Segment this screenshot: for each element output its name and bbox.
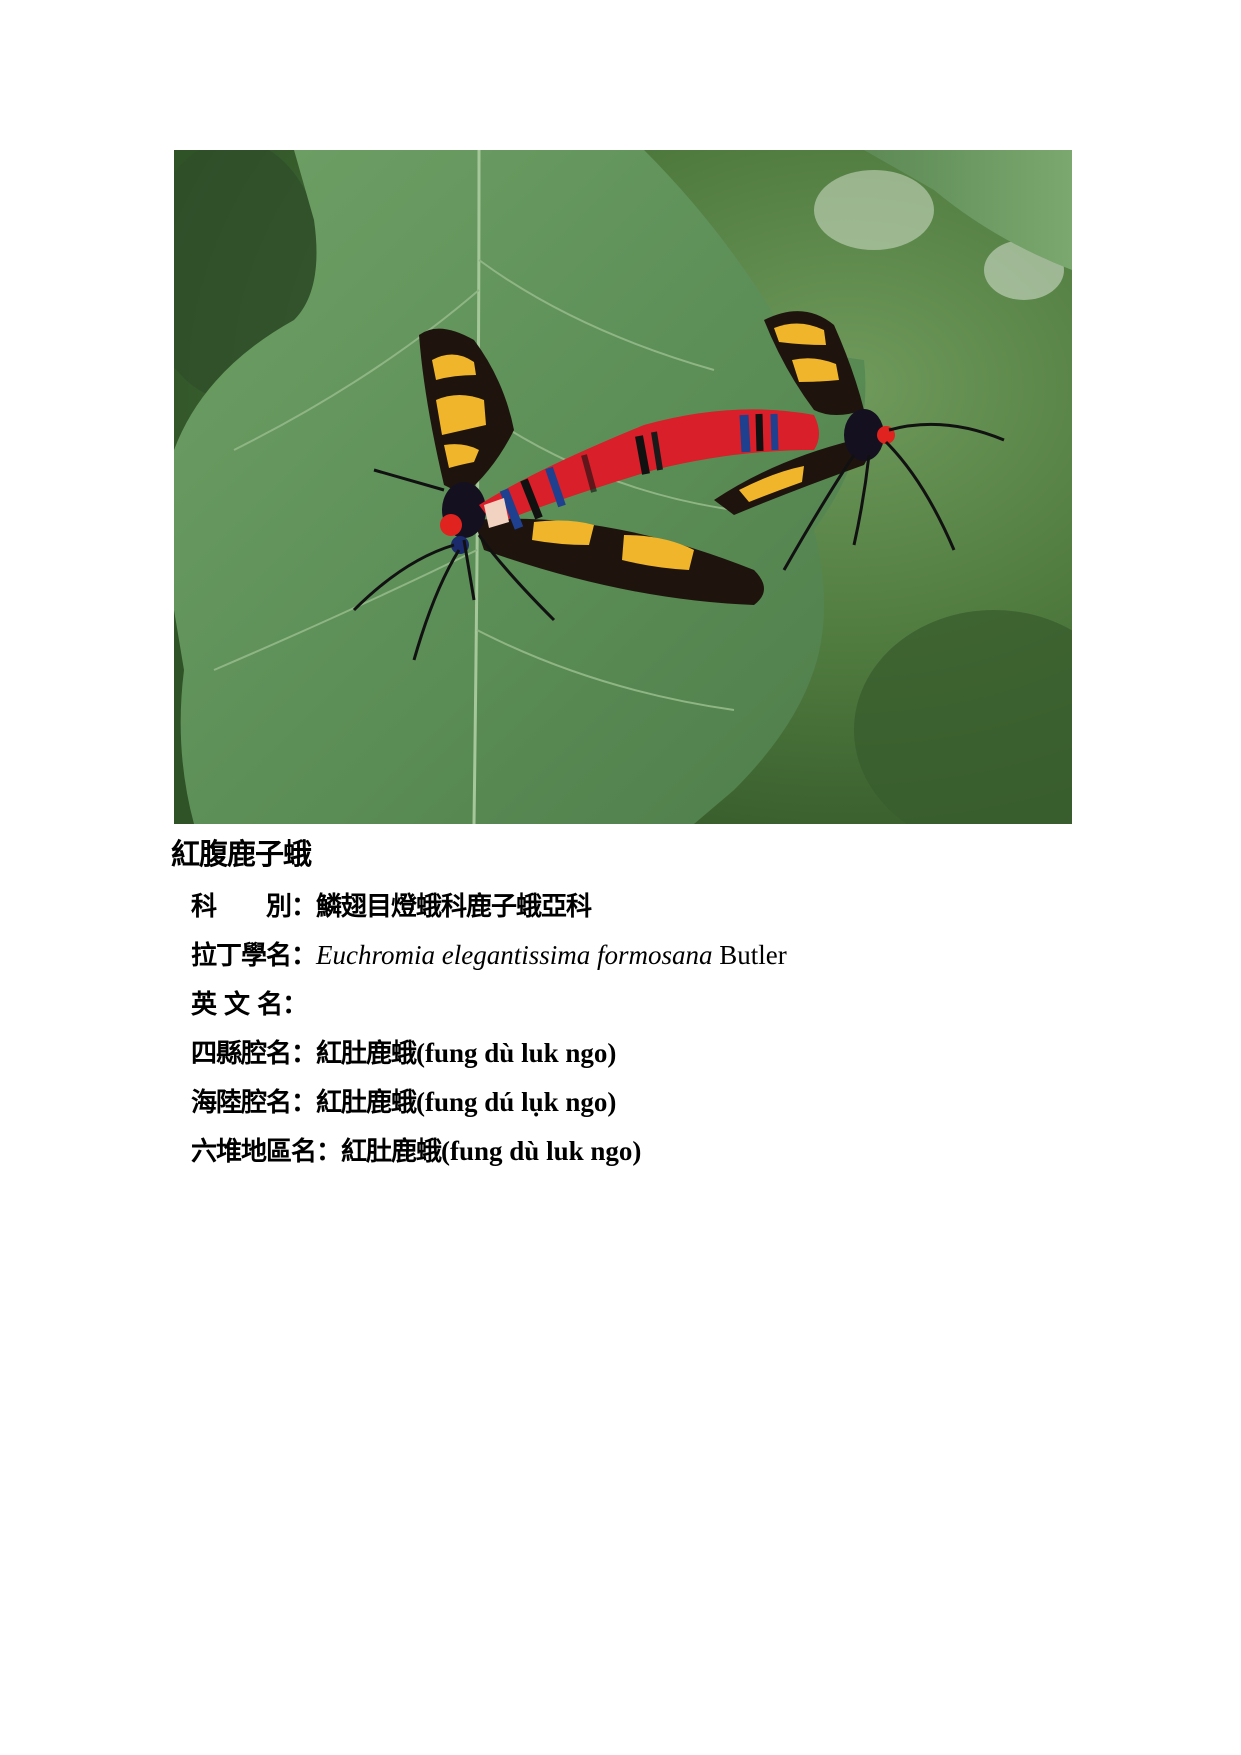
latin-name-author: Butler bbox=[712, 940, 787, 970]
hailu-name-romanization: (fung dú lụk ngo) bbox=[416, 1087, 617, 1117]
species-info: 科 別：鱗翅目燈蛾科鹿子蛾亞科 拉丁學名：Euchromia elegantis… bbox=[191, 882, 787, 1176]
liudui-name-value: 紅肚鹿蛾 bbox=[341, 1137, 442, 1167]
latin-name-label: 拉丁學名： bbox=[191, 941, 317, 971]
moth-photo bbox=[174, 150, 1072, 824]
english-name-label: 英 文 名： bbox=[191, 990, 308, 1020]
sixian-name-value: 紅肚鹿蛾 bbox=[316, 1039, 417, 1069]
hailu-name-value: 紅肚鹿蛾 bbox=[316, 1088, 417, 1118]
page-title: 紅腹鹿子蛾 bbox=[171, 837, 312, 871]
info-row-hailu-name: 海陸腔名：紅肚鹿蛾(fung dú lụk ngo) bbox=[191, 1078, 787, 1127]
info-row-latin-name: 拉丁學名：Euchromia elegantissima formosana B… bbox=[191, 931, 787, 980]
info-row-english-name: 英 文 名： bbox=[191, 980, 787, 1029]
info-row-sixian-name: 四縣腔名：紅肚鹿蛾(fung dù luk ngo) bbox=[191, 1029, 787, 1078]
sixian-name-romanization: (fung dù luk ngo) bbox=[416, 1038, 617, 1068]
family-value: 鱗翅目燈蛾科鹿子蛾亞科 bbox=[316, 892, 592, 922]
family-label: 科 別： bbox=[191, 892, 317, 922]
liudui-name-romanization: (fung dù luk ngo) bbox=[441, 1136, 642, 1166]
latin-name-value: Euchromia elegantissima formosana bbox=[316, 940, 713, 970]
info-row-family: 科 別：鱗翅目燈蛾科鹿子蛾亞科 bbox=[191, 882, 787, 931]
hailu-name-label: 海陸腔名： bbox=[191, 1088, 317, 1118]
moth-photo-icon bbox=[174, 150, 1072, 824]
info-row-liudui-name: 六堆地區名：紅肚鹿蛾(fung dù luk ngo) bbox=[191, 1127, 787, 1176]
liudui-name-label: 六堆地區名： bbox=[191, 1137, 342, 1167]
sixian-name-label: 四縣腔名： bbox=[191, 1039, 317, 1069]
